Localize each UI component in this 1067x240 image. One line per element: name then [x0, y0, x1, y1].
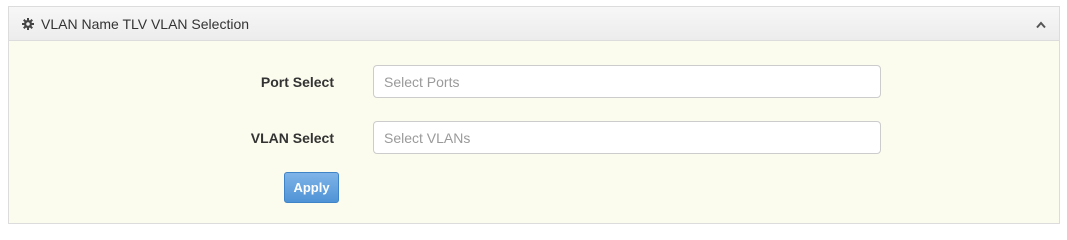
port-select-label: Port Select: [260, 74, 334, 90]
apply-button[interactable]: Apply: [284, 172, 339, 203]
gear-icon: [22, 17, 34, 30]
vlan-select-label: VLAN Select: [250, 130, 334, 146]
chevron-up-icon[interactable]: [1035, 18, 1047, 30]
panel-header[interactable]: VLAN Name TLV VLAN Selection: [9, 7, 1059, 41]
vlan-select-input[interactable]: [373, 121, 881, 154]
panel-title: VLAN Name TLV VLAN Selection: [41, 16, 250, 32]
port-select-input[interactable]: [373, 65, 881, 98]
vlan-name-tlv-panel: VLAN Name TLV VLAN Selection Port Select…: [8, 6, 1060, 224]
